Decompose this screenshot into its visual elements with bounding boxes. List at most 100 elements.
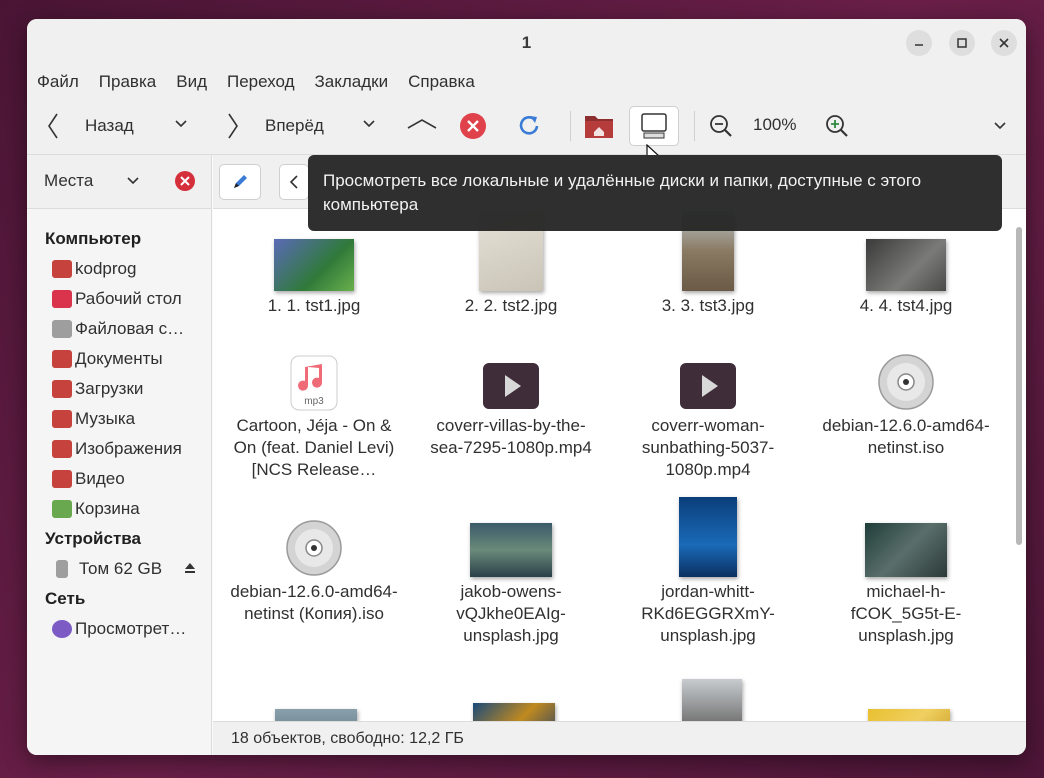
chevron-right-icon xyxy=(228,113,238,139)
reload-button[interactable] xyxy=(517,113,541,137)
image-thumbnail xyxy=(866,239,946,291)
chevron-left-icon xyxy=(48,113,58,139)
back-history-button[interactable] xyxy=(173,114,189,134)
image-thumbnail[interactable] xyxy=(682,679,742,721)
image-thumbnail xyxy=(274,239,354,291)
trash-icon xyxy=(52,500,72,518)
image-thumbnail[interactable] xyxy=(868,709,950,721)
minimize-button[interactable] xyxy=(906,30,932,56)
disc-icon xyxy=(878,354,934,410)
eject-icon[interactable] xyxy=(184,559,196,579)
menu-help[interactable]: Справка xyxy=(408,72,475,92)
image-thumbnail[interactable] xyxy=(473,703,555,721)
window-title: 1 xyxy=(521,33,532,52)
zoom-out-icon xyxy=(710,115,732,137)
file-name: 4. 4. tst4.jpg xyxy=(859,296,953,315)
file-thumbnail xyxy=(412,495,610,577)
sidebar-item-label: Рабочий стол xyxy=(75,289,182,308)
sidebar-item-label: Изображения xyxy=(75,439,182,458)
maximize-button[interactable] xyxy=(949,30,975,56)
sidebar-item[interactable]: Загрузки xyxy=(27,374,211,404)
sidebar-item-label: Музыка xyxy=(75,409,136,428)
stop-button[interactable] xyxy=(459,112,487,140)
parent-folder-button[interactable] xyxy=(405,112,439,136)
sidebar-item[interactable]: kodprog xyxy=(27,254,211,284)
sidebar-item[interactable]: Файловая с… xyxy=(27,314,211,344)
sidebar-item[interactable]: Том 62 GB xyxy=(27,554,211,584)
file-thumbnail: mp3 xyxy=(215,349,413,411)
back-label: Назад xyxy=(85,116,134,135)
network-icon xyxy=(52,620,72,638)
sidebar-item[interactable]: Музыка xyxy=(27,404,211,434)
music-folder-icon xyxy=(52,410,72,428)
video-icon xyxy=(680,363,736,409)
menu-file[interactable]: Файл xyxy=(37,72,79,92)
sidebar-item-label: Документы xyxy=(75,349,163,368)
places-header: Места xyxy=(27,155,212,209)
file-item[interactable]: coverr-woman-sunbathing-5037-1080p.mp4 xyxy=(609,335,807,481)
sidebar-item[interactable]: Видео xyxy=(27,464,211,494)
close-button[interactable] xyxy=(991,30,1017,56)
file-thumbnail xyxy=(807,495,1005,577)
file-name: debian-12.6.0-amd64-netinst (Копия).iso xyxy=(230,582,398,623)
sidebar-item[interactable]: Корзина xyxy=(27,494,211,524)
file-item[interactable]: coverr-villas-by-the-sea-7295-1080p.mp4 xyxy=(412,335,610,459)
close-sidebar-button[interactable] xyxy=(174,170,196,192)
documents-folder-icon xyxy=(52,350,72,368)
image-thumbnail xyxy=(679,497,737,577)
file-item[interactable]: jordan-whitt-RKd6EGGRXmY-unsplash.jpg xyxy=(609,495,807,647)
close-icon xyxy=(999,38,1009,48)
menu-edit[interactable]: Правка xyxy=(99,72,156,92)
forward-history-button[interactable] xyxy=(361,114,377,134)
tooltip-text: Просмотреть все локальные и удалённые ди… xyxy=(323,171,922,214)
forward-label: Вперёд xyxy=(265,116,324,135)
usb-drive-icon xyxy=(56,560,68,578)
back-button[interactable]: Назад xyxy=(45,111,134,141)
computer-button[interactable] xyxy=(629,106,679,146)
file-thumbnail xyxy=(807,349,1005,411)
sidebar-item-label: Просмотрет… xyxy=(75,619,187,638)
menu-view[interactable]: Вид xyxy=(176,72,207,92)
sidebar-item[interactable]: Документы xyxy=(27,344,211,374)
sidebar: Компьютер kodprog Рабочий стол Файловая с… Д… xyxy=(27,209,212,755)
zoom-level[interactable]: 100% xyxy=(753,115,796,135)
disc-icon xyxy=(286,520,342,576)
file-view[interactable]: 1. 1. tst1.jpg 2. 2. tst2.jpg 3. 3. tst3.j… xyxy=(213,209,1026,721)
menu-bookmarks[interactable]: Закладки xyxy=(315,72,389,92)
path-scroll-left-button[interactable] xyxy=(279,164,309,200)
sidebar-item-label: Том 62 GB xyxy=(79,559,163,578)
status-text: 18 объектов, свободно: 12,2 ГБ xyxy=(231,729,464,747)
toolbar-separator xyxy=(694,111,695,141)
zoom-in-button[interactable] xyxy=(824,113,850,139)
reload-icon xyxy=(519,116,539,135)
menubar: Файл Правка Вид Переход Закладки Справка xyxy=(27,67,1026,97)
sidebar-item-label: Видео xyxy=(75,469,125,488)
toolbar: Назад Вперёд 100% xyxy=(27,97,1026,165)
image-thumbnail[interactable] xyxy=(275,709,357,721)
file-name: 1. 1. tst1.jpg xyxy=(267,296,361,315)
file-item[interactable]: michael-h-fCOK_5G5t-E-unsplash.jpg xyxy=(807,495,1005,647)
file-item[interactable]: jakob-owens-vQJkhe0EAIg-unsplash.jpg xyxy=(412,495,610,647)
maximize-icon xyxy=(957,38,967,48)
places-selector[interactable]: Места xyxy=(44,171,141,191)
sidebar-item[interactable]: Рабочий стол xyxy=(27,284,211,314)
sidebar-item[interactable]: Просмотрет… xyxy=(27,614,211,644)
edit-location-button[interactable] xyxy=(219,164,261,200)
file-item[interactable]: mp3 Cartoon, Jéja - On & On (feat. Daniel… xyxy=(215,335,413,481)
menu-go[interactable]: Переход xyxy=(227,72,295,92)
file-item[interactable]: debian-12.6.0-amd64-netinst.iso xyxy=(807,335,1005,459)
file-item[interactable]: debian-12.6.0-amd64-netinst (Копия).iso xyxy=(215,495,413,625)
chevron-down-icon xyxy=(363,120,375,128)
toolbar-overflow-button[interactable] xyxy=(992,116,1008,136)
forward-button[interactable]: Вперёд xyxy=(225,111,324,141)
disk-icon xyxy=(52,320,72,338)
file-name: jakob-owens-vQJkhe0EAIg-unsplash.jpg xyxy=(456,582,566,645)
scrollbar[interactable] xyxy=(1016,227,1022,545)
titlebar[interactable]: 1 xyxy=(27,19,1026,67)
home-button[interactable] xyxy=(583,110,615,140)
sidebar-item[interactable]: Изображения xyxy=(27,434,211,464)
zoom-out-button[interactable] xyxy=(708,113,734,139)
sidebar-heading: Устройства xyxy=(45,529,141,548)
status-bar: 18 объектов, свободно: 12,2 ГБ xyxy=(213,721,1026,755)
zoom-in-icon xyxy=(826,115,848,137)
